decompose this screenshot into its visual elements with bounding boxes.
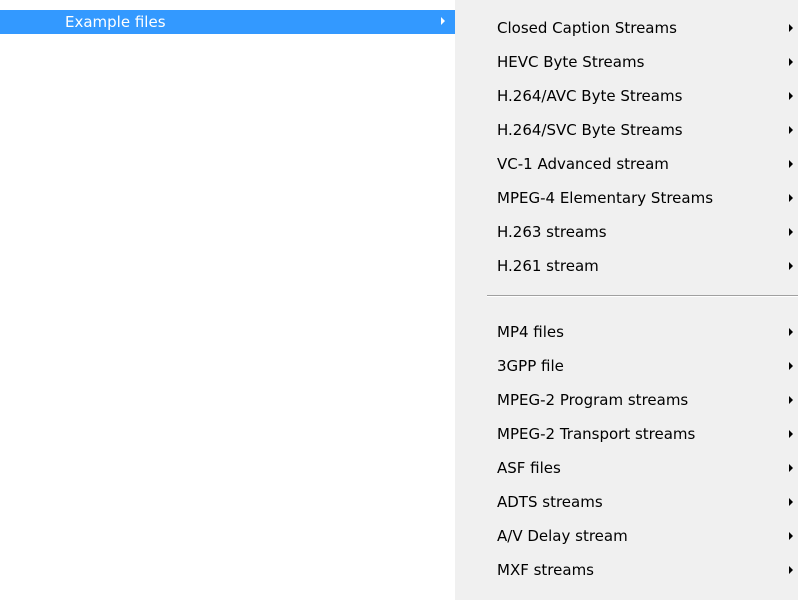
- menu-item-label: ADTS streams: [497, 493, 603, 511]
- menu-item-label: MPEG-4 Elementary Streams: [497, 189, 714, 207]
- menu-item-label: MPEG-2 Program streams: [497, 391, 689, 409]
- menu-item-av-delay-stream[interactable]: A/V Delay stream: [455, 521, 798, 551]
- menu-item-example-files[interactable]: Example files: [0, 10, 455, 34]
- menu-item-label: ASF files: [497, 459, 561, 477]
- menu-item-vc1-advanced-stream[interactable]: VC-1 Advanced stream: [455, 149, 798, 179]
- menu-item-label: 3GPP file: [497, 357, 564, 375]
- submenu-arrow-icon: [789, 24, 793, 32]
- menu-item-asf-files[interactable]: ASF files: [455, 453, 798, 483]
- submenu-arrow-icon: [789, 160, 793, 168]
- menu-item-mpeg2-transport-streams[interactable]: MPEG-2 Transport streams: [455, 419, 798, 449]
- submenu-arrow-icon: [789, 92, 793, 100]
- menu-separator: [487, 295, 798, 297]
- submenu-arrow-icon: [789, 464, 793, 472]
- menu-item-label: MPEG-2 Transport streams: [497, 425, 696, 443]
- submenu-arrow-icon: [789, 498, 793, 506]
- menu-item-hevc-byte-streams[interactable]: HEVC Byte Streams: [455, 47, 798, 77]
- submenu-arrow-icon: [789, 194, 793, 202]
- menu-item-label: H.263 streams: [497, 223, 607, 241]
- menu-item-mxf-streams[interactable]: MXF streams: [455, 555, 798, 585]
- submenu-arrow-icon: [441, 17, 445, 25]
- submenu-arrow-icon: [789, 362, 793, 370]
- submenu-arrow-icon: [789, 430, 793, 438]
- submenu-arrow-icon: [789, 328, 793, 336]
- submenu-arrow-icon: [789, 566, 793, 574]
- menu-item-label: Example files: [65, 13, 166, 31]
- menu-item-3gpp-file[interactable]: 3GPP file: [455, 351, 798, 381]
- submenu-arrow-icon: [789, 396, 793, 404]
- submenu-arrow-icon: [789, 262, 793, 270]
- menu-item-label: H.261 stream: [497, 257, 599, 275]
- menu-item-label: A/V Delay stream: [497, 527, 628, 545]
- submenu-arrow-icon: [789, 228, 793, 236]
- submenu-arrow-icon: [789, 532, 793, 540]
- menu-item-label: H.264/SVC Byte Streams: [497, 121, 683, 139]
- menu-item-label: MP4 files: [497, 323, 564, 341]
- menu-item-closed-caption-streams[interactable]: Closed Caption Streams: [455, 13, 798, 43]
- menu-item-mpeg2-program-streams[interactable]: MPEG-2 Program streams: [455, 385, 798, 415]
- menu-item-h264-svc-byte-streams[interactable]: H.264/SVC Byte Streams: [455, 115, 798, 145]
- submenu-arrow-icon: [789, 58, 793, 66]
- menu-item-label: Closed Caption Streams: [497, 19, 677, 37]
- menu-item-h264-avc-byte-streams[interactable]: H.264/AVC Byte Streams: [455, 81, 798, 111]
- menu-item-h261-stream[interactable]: H.261 stream: [455, 251, 798, 281]
- menu-item-label: H.264/AVC Byte Streams: [497, 87, 683, 105]
- menu-item-h263-streams[interactable]: H.263 streams: [455, 217, 798, 247]
- menu-item-label: VC-1 Advanced stream: [497, 155, 669, 173]
- menu-item-mp4-files[interactable]: MP4 files: [455, 317, 798, 347]
- menu-item-adts-streams[interactable]: ADTS streams: [455, 487, 798, 517]
- example-files-submenu: Closed Caption Streams HEVC Byte Streams…: [455, 0, 798, 600]
- menu-item-label: MXF streams: [497, 561, 594, 579]
- submenu-arrow-icon: [789, 126, 793, 134]
- menu-item-mpeg4-elementary-streams[interactable]: MPEG-4 Elementary Streams: [455, 183, 798, 213]
- menu-item-label: HEVC Byte Streams: [497, 53, 645, 71]
